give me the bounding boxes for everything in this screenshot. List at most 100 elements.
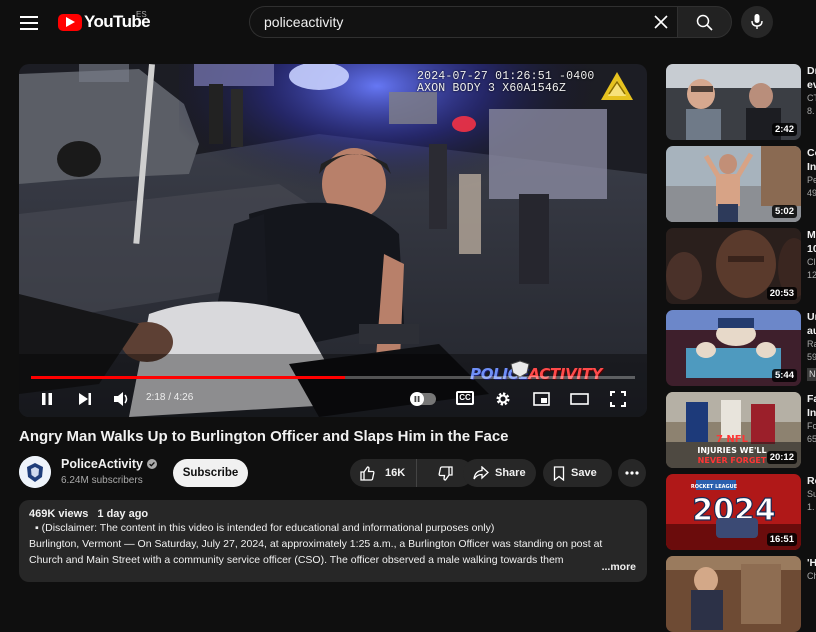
autoplay-pause-icon bbox=[410, 392, 424, 406]
video-thumbnail[interactable]: 20:53 bbox=[666, 228, 801, 304]
thumbs-up-icon bbox=[360, 465, 375, 481]
recommendation-channel: Ch bbox=[807, 571, 816, 581]
recommendation-title[interactable]: In bbox=[807, 406, 816, 420]
recommendation-title[interactable]: Dr bbox=[807, 64, 816, 78]
video-player[interactable]: 2024-07-27 01:26:51 -0400 AXON BODY 3 X6… bbox=[19, 64, 647, 417]
share-label: Share bbox=[495, 467, 526, 479]
recommendation-channel: Ra bbox=[807, 339, 816, 349]
recommendation-meta: M 10 Cl 12 bbox=[807, 228, 816, 282]
like-button[interactable]: 16K bbox=[350, 459, 417, 487]
recommendation-title[interactable]: 'H bbox=[807, 556, 816, 570]
bodycam-timestamp: 2024-07-27 01:26:51 -0400 AXON BODY 3 X6… bbox=[417, 71, 595, 95]
video-thumbnail[interactable] bbox=[666, 556, 801, 632]
subtitles-button[interactable]: CC bbox=[456, 391, 474, 405]
video-thumbnail[interactable]: 5:02 bbox=[666, 146, 801, 222]
recommendation-title[interactable]: 10 bbox=[807, 242, 816, 256]
region-code: ES bbox=[136, 10, 147, 19]
save-button[interactable]: Save bbox=[543, 459, 612, 487]
video-duration: 5:02 bbox=[771, 205, 797, 218]
like-count: 16K bbox=[385, 467, 406, 479]
recommendation-title[interactable]: In bbox=[807, 160, 816, 174]
next-button[interactable] bbox=[73, 387, 97, 411]
clear-search-icon[interactable] bbox=[653, 14, 669, 30]
recommendation-stats: 49 bbox=[807, 188, 816, 198]
autoplay-toggle[interactable] bbox=[410, 392, 436, 406]
youtube-play-icon bbox=[58, 13, 82, 31]
share-icon bbox=[473, 466, 489, 480]
recommendation-channel: Cl bbox=[807, 257, 816, 267]
microphone-icon bbox=[751, 14, 763, 29]
fullscreen-icon bbox=[610, 391, 626, 407]
video-duration: 2:42 bbox=[771, 123, 797, 136]
gear-icon bbox=[496, 392, 510, 406]
recommendation-meta: 'H Ch bbox=[807, 556, 816, 583]
thumbnail-text: 7 NFL bbox=[716, 434, 749, 445]
fullscreen-button[interactable] bbox=[606, 387, 630, 411]
theater-mode-button[interactable] bbox=[567, 387, 591, 411]
view-count: 469K views bbox=[29, 508, 89, 520]
recommendation-item[interactable]: 5:44 Ur au Ra 59 N bbox=[666, 310, 816, 386]
share-button[interactable]: Share bbox=[463, 459, 536, 487]
volume-icon bbox=[114, 392, 128, 406]
disclaimer-text: (Disclaimer: The content in this video i… bbox=[41, 522, 495, 534]
video-thumbnail[interactable]: ROCKET LEAGUE 2024 16:51 bbox=[666, 474, 801, 550]
video-thumbnail[interactable]: 2:42 bbox=[666, 64, 801, 140]
channel-watermark: POLICEACTIVITY bbox=[470, 365, 603, 383]
search-icon bbox=[696, 14, 713, 31]
recommendation-stats: 59 bbox=[807, 352, 816, 362]
recommendation-title[interactable]: Ro bbox=[807, 474, 816, 488]
show-more-link[interactable]: ...more bbox=[587, 561, 636, 573]
search-query[interactable]: policeactivity bbox=[264, 7, 343, 37]
watermark-activity: ACTIVITY bbox=[528, 365, 603, 383]
more-actions-button[interactable] bbox=[618, 459, 646, 487]
recommendation-stats: 1. bbox=[807, 502, 815, 512]
recommendation-channel: Fo bbox=[807, 421, 816, 431]
recommendation-meta: Ur au Ra 59 N bbox=[807, 310, 816, 382]
search-button[interactable] bbox=[677, 6, 732, 38]
recommendation-title[interactable]: M bbox=[807, 228, 816, 242]
recommendation-item[interactable]: 20:53 M 10 Cl 12 bbox=[666, 228, 816, 304]
search-input[interactable]: policeactivity bbox=[249, 6, 677, 38]
channel-avatar[interactable] bbox=[19, 456, 51, 488]
video-thumbnail[interactable]: 5:44 bbox=[666, 310, 801, 386]
bookmark-icon bbox=[553, 465, 565, 481]
description-box[interactable]: 469K views 1 day ago ▪ (Disclaimer: The … bbox=[19, 500, 647, 582]
miniplayer-button[interactable] bbox=[529, 387, 553, 411]
recommendation-channel: Pe bbox=[807, 175, 816, 185]
thumbnail-text: NEVER FORGET bbox=[698, 456, 767, 465]
pause-button[interactable] bbox=[35, 387, 59, 411]
recommendation-title[interactable]: ev bbox=[807, 78, 816, 92]
masthead: YouTube ES policeactivity bbox=[0, 0, 816, 46]
video-duration: 20:12 bbox=[766, 451, 797, 464]
recommendation-title[interactable]: Ur bbox=[807, 310, 816, 324]
recommendation-item[interactable]: 2:42 Dr ev CT 8. bbox=[666, 64, 816, 140]
video-title: Angry Man Walks Up to Burlington Officer… bbox=[19, 428, 509, 445]
description-line: Burlington, Vermont — On Saturday, July … bbox=[29, 538, 603, 550]
recommendation-item[interactable]: 5:02 Co In Pe 49 bbox=[666, 146, 816, 222]
description-line: Church and Main Street with a community … bbox=[29, 554, 564, 566]
recommendation-meta: Dr ev CT 8. bbox=[807, 64, 816, 118]
progress-bar[interactable] bbox=[31, 376, 635, 379]
recommendation-item[interactable]: 'H Ch bbox=[666, 556, 816, 632]
channel-name[interactable]: PoliceActivity bbox=[61, 457, 157, 471]
settings-button[interactable] bbox=[491, 387, 515, 411]
bullet-icon: ▪ bbox=[35, 522, 42, 534]
recommendation-title[interactable]: Co bbox=[807, 146, 816, 160]
thumbs-down-icon bbox=[438, 465, 453, 481]
bodycam-device: AXON BODY 3 X60A1546Z bbox=[417, 82, 567, 95]
subscribe-button[interactable]: Subscribe bbox=[173, 459, 248, 487]
theater-icon bbox=[569, 393, 589, 405]
recommendation-title[interactable]: au bbox=[807, 324, 816, 338]
channel-name-text[interactable]: PoliceActivity bbox=[61, 457, 143, 471]
new-badge: N bbox=[807, 368, 816, 381]
recommendation-title[interactable]: Fa bbox=[807, 392, 816, 406]
save-label: Save bbox=[571, 467, 597, 479]
mute-button[interactable] bbox=[110, 387, 134, 411]
time-display: 2:18 / 4:26 bbox=[146, 392, 194, 403]
video-thumbnail[interactable]: 7 NFL INJURIES WE'LL NEVER FORGET 20:12 bbox=[666, 392, 801, 468]
voice-search-button[interactable] bbox=[741, 6, 773, 38]
recommendation-meta: Ro Su 1. bbox=[807, 474, 816, 514]
recommendation-item[interactable]: ROCKET LEAGUE 2024 16:51 Ro Su 1. bbox=[666, 474, 816, 550]
menu-icon[interactable] bbox=[18, 12, 40, 34]
recommendation-item[interactable]: 7 NFL INJURIES WE'LL NEVER FORGET 20:12 … bbox=[666, 392, 816, 468]
